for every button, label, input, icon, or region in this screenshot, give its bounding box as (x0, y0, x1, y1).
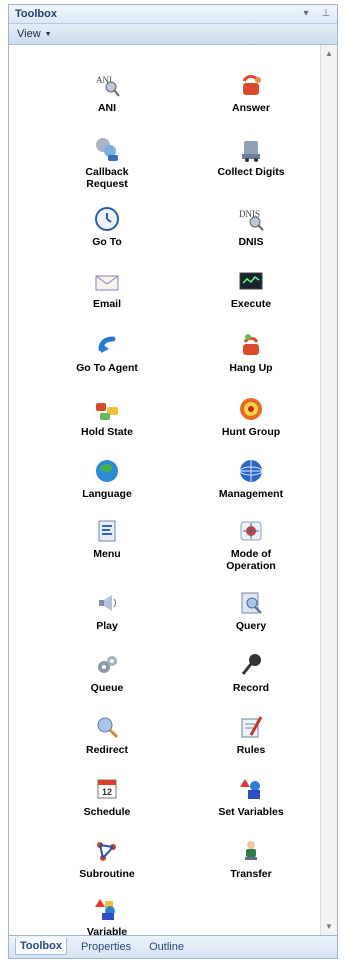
tool-item-go-to-agent[interactable]: Go To Agent (37, 331, 177, 374)
tool-label: Rules (236, 744, 266, 756)
tool-item-management[interactable]: Management (181, 457, 321, 500)
tool-item-collect-digits[interactable]: Collect Digits (181, 135, 321, 178)
tool-label: Execute (230, 298, 272, 310)
tool-label: Go To (92, 236, 122, 248)
tool-item-schedule[interactable]: 12 Schedule (37, 775, 177, 818)
tool-label: Hold State (81, 426, 133, 438)
tool-item-queue[interactable]: Queue (37, 651, 177, 694)
play-icon (93, 589, 121, 617)
collect-digits-icon (237, 135, 265, 163)
tool-label: Schedule (83, 806, 131, 818)
tool-item-redirect[interactable]: Redirect (37, 713, 177, 756)
tool-label: Management (218, 488, 284, 500)
tool-label: Mode of Operation (226, 548, 276, 572)
tool-label: Language (82, 488, 132, 500)
query-icon (237, 589, 265, 617)
queue-icon (93, 651, 121, 679)
dropdown-icon[interactable]: ▾ (301, 9, 311, 19)
tool-item-hold-state[interactable]: Hold State (37, 395, 177, 438)
tool-item-hang-up[interactable]: Hang Up (181, 331, 321, 374)
calendar-icon: 12 (93, 775, 121, 803)
answer-icon (237, 71, 265, 99)
tool-item-menu[interactable]: Menu (37, 517, 177, 560)
tool-label: Hang Up (229, 362, 273, 374)
menu-icon (93, 517, 121, 545)
tool-label: Email (92, 298, 121, 310)
tab-properties[interactable]: Properties (77, 939, 135, 955)
tool-grid: ANI ANI Answer Callback Request Collect … (9, 45, 321, 950)
rules-icon (237, 713, 265, 741)
pin-icon[interactable]: ⊥ (321, 9, 331, 19)
tool-item-transfer[interactable]: Transfer (181, 837, 321, 880)
svg-text:12: 12 (102, 787, 112, 797)
set-variables-icon (237, 775, 265, 803)
toolbox-panel: Toolbox ▾ ⊥ View ▼ ANI ANI Answer Callba… (8, 4, 338, 959)
toolbox-title: Toolbox (15, 8, 57, 20)
globe-icon (93, 457, 121, 485)
tool-item-record[interactable]: Record (181, 651, 321, 694)
subroutine-icon (93, 837, 121, 865)
toolbox-titlebar: Toolbox ▾ ⊥ (9, 5, 337, 24)
tool-label: Menu (93, 548, 121, 560)
tool-item-ani[interactable]: ANI ANI (37, 71, 177, 114)
tool-item-rules[interactable]: Rules (181, 713, 321, 756)
hang-up-icon (237, 331, 265, 359)
tool-item-callback-request[interactable]: Callback Request (37, 135, 177, 190)
hunt-group-icon (237, 395, 265, 423)
tool-label: Callback Request (85, 166, 129, 190)
tool-label: Queue (90, 682, 124, 694)
ani-icon: ANI (93, 71, 121, 99)
tool-item-answer[interactable]: Answer (181, 71, 321, 114)
variable-compare-icon (93, 895, 121, 923)
scroll-down-icon[interactable]: ▼ (324, 922, 334, 932)
redirect-icon (93, 713, 121, 741)
tool-label: Go To Agent (76, 362, 138, 374)
tool-label: Redirect (85, 744, 128, 756)
view-button[interactable]: View ▼ (17, 28, 52, 40)
scroll-up-icon[interactable]: ▲ (324, 49, 334, 59)
tool-item-mode-of-operation[interactable]: Mode of Operation (181, 517, 321, 572)
tool-item-subroutine[interactable]: Subroutine (37, 837, 177, 880)
chevron-down-icon: ▼ (44, 30, 52, 38)
tool-label: DNIS (238, 236, 264, 248)
management-icon (237, 457, 265, 485)
tool-item-query[interactable]: Query (181, 589, 321, 632)
tool-label: Subroutine (79, 868, 135, 880)
tool-item-play[interactable]: Play (37, 589, 177, 632)
tool-item-dnis[interactable]: DNIS DNIS (181, 205, 321, 248)
goto-agent-icon (93, 331, 121, 359)
tab-toolbox[interactable]: Toolbox (15, 938, 67, 955)
execute-icon (237, 267, 265, 295)
vertical-scrollbar[interactable]: ▲ ▼ (320, 45, 337, 936)
transfer-icon (237, 837, 265, 865)
tool-item-email[interactable]: Email (37, 267, 177, 310)
tool-item-language[interactable]: Language (37, 457, 177, 500)
tab-outline[interactable]: Outline (145, 939, 188, 955)
toolbox-content: ANI ANI Answer Callback Request Collect … (9, 45, 337, 950)
tool-label: Record (232, 682, 270, 694)
tool-label: Hunt Group (221, 426, 281, 438)
tool-label: Collect Digits (217, 166, 285, 178)
tool-label: Transfer (230, 868, 272, 880)
clock-icon (93, 205, 121, 233)
dnis-icon: DNIS (237, 205, 265, 233)
microphone-icon (237, 651, 265, 679)
callback-request-icon (93, 135, 121, 163)
tool-label: Set Variables (218, 806, 284, 818)
tool-item-go-to[interactable]: Go To (37, 205, 177, 248)
tool-item-hunt-group[interactable]: Hunt Group (181, 395, 321, 438)
tool-label: Play (96, 620, 118, 632)
tool-label: Query (235, 620, 267, 632)
tool-label: ANI (97, 102, 117, 114)
mode-of-operation-icon (237, 517, 265, 545)
tool-item-execute[interactable]: Execute (181, 267, 321, 310)
tool-item-set-variables[interactable]: Set Variables (181, 775, 321, 818)
tool-label: Answer (232, 102, 270, 114)
hold-state-icon (93, 395, 121, 423)
email-icon (93, 267, 121, 295)
view-toolbar: View ▼ (9, 24, 337, 45)
footer-tabs: Toolbox Properties Outline (9, 935, 337, 958)
view-label: View (17, 28, 41, 40)
